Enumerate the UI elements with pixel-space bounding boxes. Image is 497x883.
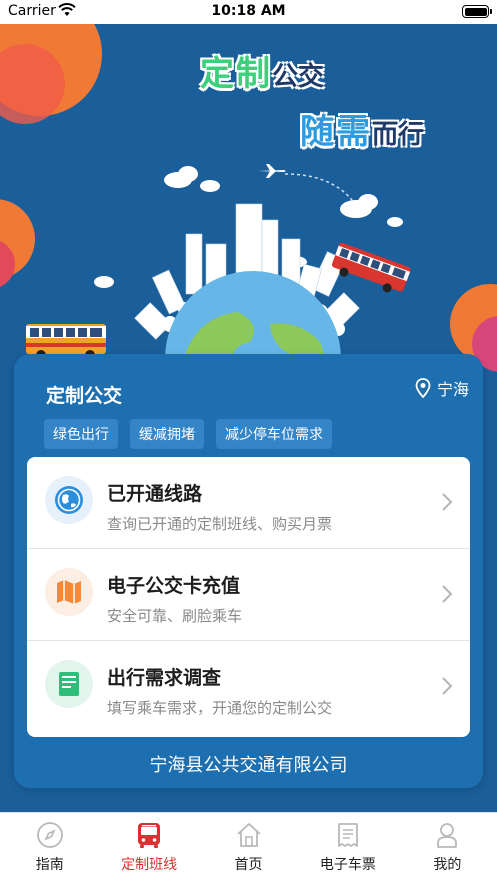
tag-green-travel: 绿色出行	[44, 419, 118, 449]
user-icon	[437, 823, 458, 848]
globe-icon	[45, 476, 93, 524]
ticket-icon	[338, 823, 358, 847]
service-menu: 已开通线路 查询已开通的定制班线、购买月票 电子公交卡充值 安全可靠、刷脸乘车	[27, 457, 470, 737]
company-name: 宁海县公共交通有限公司	[149, 755, 348, 776]
tab-e-ticket[interactable]: 电子车票	[298, 813, 397, 883]
slogan-line-1-highlight: 定制	[200, 54, 272, 94]
bus-icon	[138, 823, 161, 848]
tab-profile[interactable]: 我的	[398, 813, 497, 883]
chevron-right-icon	[442, 585, 453, 603]
tab-label: 我的	[433, 857, 462, 873]
location-selector[interactable]: 宁海	[415, 376, 469, 400]
tab-home[interactable]: 首页	[199, 813, 298, 883]
tab-label: 指南	[35, 857, 64, 873]
chevron-right-icon	[442, 493, 453, 511]
menu-item-open-routes[interactable]: 已开通线路 查询已开通的定制班线、购买月票	[27, 457, 470, 549]
tab-custom-routes[interactable]: 定制班线	[99, 813, 198, 883]
bus-illustration-right	[331, 242, 411, 293]
chevron-right-icon	[442, 677, 453, 695]
card-title: 定制公交	[46, 385, 123, 407]
tab-label: 首页	[234, 857, 263, 873]
compass-icon	[36, 822, 63, 848]
menu-item-card-recharge[interactable]: 电子公交卡充值 安全可靠、刷脸乘车	[27, 549, 470, 641]
bottom-tab-bar: 指南 定制班线 首页 电子车票 我的	[0, 812, 497, 883]
menu-item-desc: 安全可靠、刷脸乘车	[107, 607, 243, 625]
slogan-line-1: 定制公交	[200, 46, 324, 95]
tab-label: 定制班线	[121, 857, 178, 873]
tab-guide[interactable]: 指南	[0, 813, 99, 883]
airplane-icon	[258, 164, 286, 178]
map-icon	[45, 568, 93, 616]
menu-item-title: 出行需求调查	[107, 667, 222, 689]
home-icon	[236, 823, 261, 847]
menu-item-title: 电子公交卡充值	[107, 575, 241, 597]
menu-item-title: 已开通线路	[107, 483, 203, 505]
slogan-line-1-text: 公交	[272, 62, 325, 92]
status-bar: Carrier 10:18 AM	[0, 0, 497, 24]
slogan-line-2-text: 而行	[372, 120, 425, 150]
tab-label: 电子车票	[319, 857, 376, 873]
custom-bus-card: 定制公交 宁海 绿色出行 缓减拥堵 减少停车位需求 已开通线路 查询已开通的定制…	[14, 354, 483, 788]
battery-icon	[462, 5, 492, 18]
menu-item-travel-survey[interactable]: 出行需求调查 填写乘车需求，开通您的定制公交	[27, 641, 470, 733]
menu-item-desc: 查询已开通的定制班线、购买月票	[107, 515, 333, 533]
clock: 10:18 AM	[211, 3, 286, 19]
survey-icon	[45, 660, 93, 708]
location-label: 宁海	[436, 380, 469, 399]
feature-tags: 绿色出行 缓减拥堵 减少停车位需求	[44, 419, 332, 449]
menu-item-desc: 填写乘车需求，开通您的定制公交	[107, 699, 333, 717]
tag-reduce-parking: 减少停车位需求	[216, 419, 332, 449]
location-pin-icon	[415, 378, 431, 398]
slogan-line-2: 随需而行	[300, 104, 424, 153]
tag-reduce-congestion: 缓减拥堵	[130, 419, 204, 449]
slogan-line-2-highlight: 随需	[300, 112, 372, 152]
